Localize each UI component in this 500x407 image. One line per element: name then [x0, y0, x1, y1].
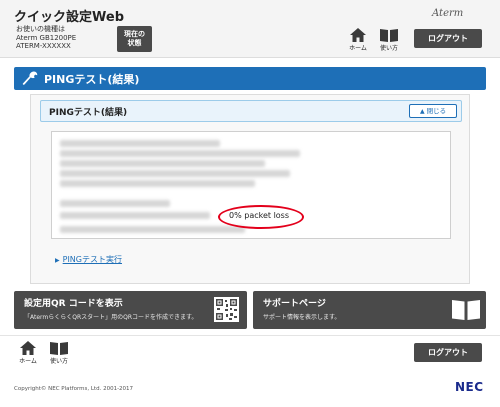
redacted-result-line — [60, 212, 210, 219]
page-title: PINGテスト(結果) — [44, 73, 140, 86]
section-title: PINGテスト(結果) — [49, 108, 128, 118]
aterm-brand-logo: Aterm — [432, 8, 464, 19]
ping-run-link[interactable]: ▶ PINGテスト実行 — [55, 254, 122, 265]
device-info-label: お使いの機種は — [16, 25, 65, 33]
header-logout-button[interactable]: ログアウト — [414, 29, 482, 48]
header-help-button[interactable]: 使い方 — [378, 28, 400, 52]
support-card-title: サポートページ — [263, 299, 326, 309]
book-icon — [50, 342, 68, 355]
redacted-result-line — [60, 170, 290, 177]
book-icon — [380, 29, 398, 42]
redacted-result-line — [60, 200, 170, 207]
highlight-oval — [218, 205, 304, 229]
footer-divider — [0, 335, 500, 336]
header-home-button[interactable]: ホーム — [347, 28, 369, 52]
status-button-line1: 現在の — [124, 30, 145, 38]
ping-run-link-label: PINGテスト実行 — [62, 255, 122, 264]
footer-home-button[interactable]: ホーム — [17, 341, 39, 365]
collapse-button[interactable]: ▲ 閉じる — [409, 104, 457, 118]
home-icon — [350, 28, 366, 42]
wrench-icon — [22, 71, 38, 85]
footer-help-button[interactable]: 使い方 — [48, 341, 70, 365]
book-icon — [452, 300, 480, 320]
redacted-result-line — [60, 226, 245, 233]
header-help-label: 使い方 — [379, 45, 398, 52]
device-info: お使いの機種は Aterm GB1200PE ATERM-XXXXXX — [16, 25, 76, 51]
footer-logout-button[interactable]: ログアウト — [414, 343, 482, 362]
qr-code-icon — [214, 297, 239, 322]
redacted-result-line — [60, 160, 265, 167]
device-model: Aterm GB1200PE — [16, 33, 77, 42]
status-button-line2: 状態 — [127, 39, 142, 47]
redacted-result-line — [60, 180, 255, 187]
header-home-label: ホーム — [349, 45, 367, 52]
redacted-result-line — [60, 150, 300, 157]
device-ssid: ATERM-XXXXXX — [16, 42, 71, 50]
footer-home-label: ホーム — [19, 358, 37, 365]
qr-code-card[interactable]: 設定用QR コードを表示 「AtermらくらくQRスタート」用のQRコードを作成… — [14, 291, 247, 329]
qr-card-description: 「AtermらくらくQRスタート」用のQRコードを作成できます。 — [24, 314, 198, 321]
support-card-description: サポート情報を表示します。 — [263, 314, 341, 321]
triangle-right-icon: ▶ — [55, 257, 60, 264]
collapse-button-label: 閉じる — [426, 107, 447, 115]
support-page-card[interactable]: サポートページ サポート情報を表示します。 — [253, 291, 486, 329]
chevron-up-icon: ▲ — [419, 108, 425, 115]
current-status-button[interactable]: 現在の 状態 — [117, 26, 152, 52]
qr-card-title: 設定用QR コードを表示 — [24, 299, 123, 309]
header: クイック設定Web お使いの機種は Aterm GB1200PE ATERM-X… — [0, 0, 500, 58]
section-header: PINGテスト(結果) ▲ 閉じる — [40, 100, 462, 122]
redacted-result-line — [60, 140, 220, 147]
app-title: クイック設定Web — [14, 10, 124, 25]
home-icon — [20, 341, 36, 355]
page-title-bar: PINGテスト(結果) — [14, 67, 486, 90]
footer-help-label: 使い方 — [49, 358, 68, 365]
copyright-text: Copyright© NEC Platforms, Ltd. 2001-2017 — [14, 386, 134, 392]
nec-logo: NEC — [455, 380, 484, 394]
